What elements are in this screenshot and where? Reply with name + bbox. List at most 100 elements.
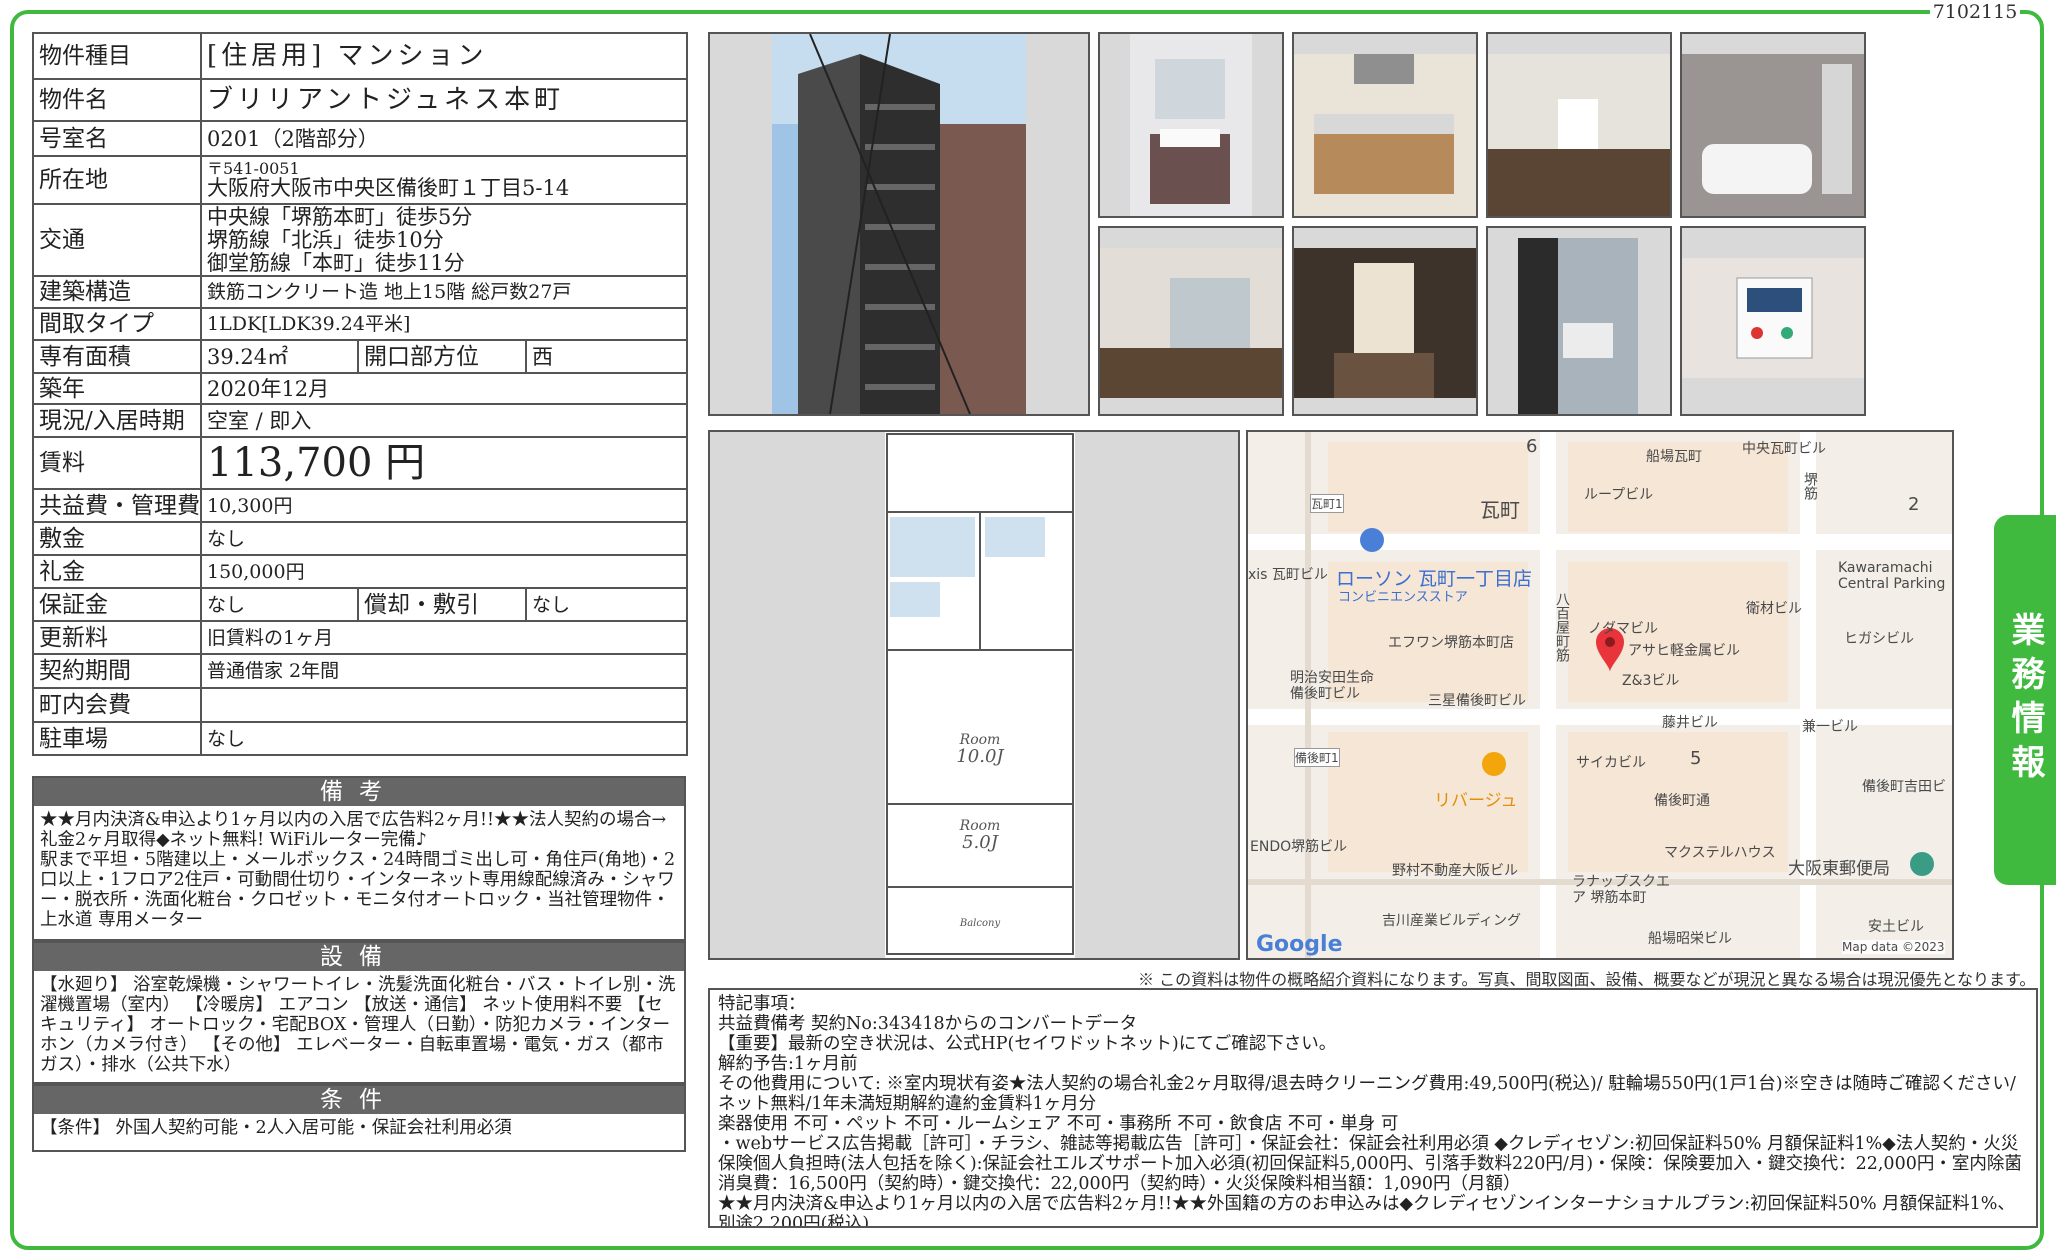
built-label: 築年 (32, 372, 202, 405)
map-label: ヒガシビル (1844, 631, 1914, 647)
map-label: 安土ビル (1868, 919, 1924, 935)
thumbnail-living-room[interactable] (1486, 32, 1672, 218)
map-label: 兼一ビル (1802, 719, 1858, 735)
map-label: 衛材ビル (1746, 601, 1802, 617)
map-label: マクステルハウス (1664, 845, 1776, 861)
status-label: 現況/入居時期 (32, 403, 202, 438)
layout-label: 間取タイプ (32, 307, 202, 341)
transit-line: 堺筋線「北浜」徒歩10分 (207, 227, 444, 252)
map-label: 堺筋 (1802, 472, 1818, 500)
structure-value: 鉄筋コンクリート造 地上15階 総戸数27戸 (199, 275, 689, 309)
room1-size: 10.0J (956, 746, 1005, 767)
room2-size: 5.0J (962, 832, 1000, 853)
equipment-box: 設備 【水廻り】 浴室乾燥機・シャワートイレ・洗髪洗面化粧台・バス・トイレ別・洗… (32, 941, 686, 1084)
map-label: ノダマビル (1588, 621, 1658, 637)
map-label: 備後町1 (1294, 748, 1340, 767)
special-line: 【重要】最新の空き状況は、公式HP(セイワドットネット)にてご確認下さい。 (718, 1034, 1337, 1054)
store-icon (1360, 528, 1384, 552)
disclaimer-notice: ※ この資料は物件の概略紹介資料になります。写真、間取図面、設備、概要などが現況… (1138, 970, 2036, 989)
fee-label: 共益費・管理費 (32, 488, 202, 523)
equipment-text: 【水廻り】 浴室乾燥機・シャワートイレ・洗髪洗面化粧台・バス・トイレ別・洗濯機置… (40, 975, 676, 1075)
area-label: 専有面積 (32, 339, 202, 374)
map-label: 2 (1908, 494, 1920, 515)
map-label: ループビル (1584, 487, 1654, 503)
area-value: 39.24㎡ (200, 339, 359, 374)
map-label: 6 (1526, 436, 1538, 457)
thumbnail-kitchen[interactable] (1292, 32, 1478, 218)
cafe-icon (1482, 752, 1506, 776)
association-value (199, 687, 689, 723)
remarks-header: 備考 (34, 778, 684, 806)
map-label: 備後町吉田ビ (1862, 779, 1946, 795)
map-label: アサヒ軽金属ビル (1628, 643, 1740, 659)
deposit-label: 敷金 (32, 521, 202, 556)
map-label: 5 (1690, 748, 1702, 769)
transit-label: 交通 (32, 203, 202, 277)
thumbnail-balcony[interactable] (1486, 226, 1672, 416)
fee-value: 10,300円 (199, 488, 689, 523)
special-line: 楽器使用 不可・ペット 不可・ルームシェア 不可・事務所 不可・飲食店 不可・単… (718, 1114, 1399, 1134)
amortization-label: 償却・敷引 (357, 587, 527, 622)
building-photo-image (772, 34, 1026, 414)
conditions-header: 条件 (34, 1086, 684, 1114)
post-office-icon (1910, 852, 1934, 876)
direction-label: 開口部方位 (357, 339, 527, 374)
amortization-value: なし (524, 587, 689, 622)
location-map[interactable]: 瓦町 瓦町1 ローソン 瓦町一丁目店 コンビニエンスストア エフワン堺筋本町店 … (1246, 430, 1954, 960)
address-value: 大阪府大阪市中央区備後町１丁目5-14 (207, 176, 570, 200)
renewal-value: 旧賃料の1ヶ月 (199, 620, 689, 655)
map-label: Kawaramachi Central Parking (1838, 560, 1946, 592)
renewal-label: 更新料 (32, 620, 202, 655)
layout-value: 1LDK[LDK39.24平米] (199, 307, 689, 341)
parking-label: 駐車場 (32, 721, 202, 756)
equipment-header: 設備 (34, 943, 684, 971)
contract-label: 契約期間 (32, 653, 202, 689)
thumbnail-room-window[interactable] (1098, 226, 1284, 416)
key-money-label: 礼金 (32, 554, 202, 589)
google-logo: Google (1256, 932, 1343, 957)
map-attribution: Map data ©2023 (1842, 940, 1945, 954)
special-line: ★★月内決済&申込より1ヶ月以内の入居で広告料2ヶ月!!★★外国籍の方のお申込み… (718, 1194, 2015, 1228)
map-label: 野村不動産大阪ビル (1392, 863, 1518, 879)
room-value: 0201（2階部分） (199, 120, 689, 157)
map-label: 大阪東郵便局 (1788, 859, 1890, 879)
map-label: 八百屋町筋 (1554, 592, 1570, 662)
name-label: 物件名 (32, 78, 202, 122)
document-id: 7102115 (1930, 0, 2020, 24)
building-photo[interactable] (708, 32, 1090, 416)
map-label: 中央瓦町ビル (1742, 441, 1826, 457)
floor-plan[interactable]: Room 10.0J Room 5.0J Balcony (708, 430, 1240, 960)
map-label: 備後町通 (1654, 793, 1710, 809)
map-label: エフワン堺筋本町店 (1388, 635, 1514, 651)
map-label: サイカビル (1576, 755, 1646, 771)
status-value: 空室 / 即入 (199, 403, 689, 438)
contract-value: 普通借家 2年間 (199, 653, 689, 689)
structure-label: 建築構造 (32, 275, 202, 309)
map-label: 瓦町1 (1310, 494, 1344, 513)
special-line: ・webサービス広告掲載［許可］・チラシ、雑誌等掲載広告［許可］・保証会社：保証… (718, 1134, 2022, 1194)
special-line: 特記事項： (718, 994, 806, 1014)
conditions-text: 【条件】 外国人契約可能・2人入居可能・保証会社利用必須 (40, 1118, 512, 1138)
map-label: コンビニエンスストア (1338, 590, 1468, 605)
map-label: ENDO堺筋ビル (1250, 839, 1348, 855)
business-info-tab[interactable]: 業務情報 (1994, 515, 2056, 885)
map-label: リバージュ (1434, 791, 1518, 811)
key-money-value: 150,000円 (199, 554, 689, 589)
map-label: 藤井ビル (1662, 715, 1718, 731)
map-label: 吉川産業ビルディング (1382, 913, 1522, 929)
guarantee-value: なし (200, 587, 359, 622)
deposit-value: なし (199, 521, 689, 556)
guarantee-label: 保証金 (32, 587, 202, 622)
built-value: 2020年12月 (199, 372, 689, 405)
room-label: 号室名 (32, 120, 202, 157)
thumbnail-hallway[interactable] (1292, 226, 1478, 416)
thumbnail-washroom[interactable] (1098, 32, 1284, 218)
map-label: xis 瓦町ビル (1248, 567, 1328, 583)
remarks-text: ★★月内決済&申込より1ヶ月以内の入居で広告料2ヶ月!!★★法人契約の場合→礼金… (40, 810, 676, 930)
special-line: 共益費備考 契約No:343418からのコンバートデータ (718, 1014, 1138, 1034)
map-label: 船場昭栄ビル (1648, 931, 1732, 947)
association-label: 町内会費 (32, 687, 202, 723)
rent-label: 賃料 (32, 436, 202, 490)
thumbnail-bathroom[interactable] (1680, 32, 1866, 218)
thumbnail-intercom[interactable] (1680, 226, 1866, 416)
